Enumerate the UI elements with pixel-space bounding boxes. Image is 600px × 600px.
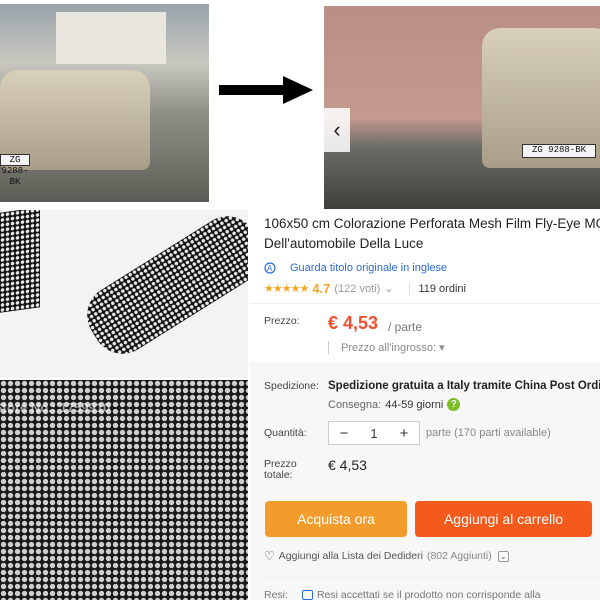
gallery-prev-button[interactable]: ‹ (324, 108, 350, 152)
rating-value: 4.7 (312, 281, 331, 296)
shipping-label: Spedizione: (264, 380, 319, 392)
house (56, 12, 166, 64)
license-plate: ZG 9288-BK (522, 144, 596, 158)
chevron-left-icon: ‹ (333, 117, 341, 142)
before-photo: ZG 9288-BK (0, 4, 209, 202)
heart-icon: ♡ (264, 549, 275, 563)
rating-row: ★★★★★ 4.7 (122 voti) ⌄ 119 ordini (264, 281, 466, 296)
divider (250, 303, 600, 304)
quantity-label: Quantità: (264, 427, 307, 439)
price-value: € 4,53 (328, 313, 379, 333)
available-quantity: parte (170 parti available) (426, 427, 551, 439)
buy-now-button[interactable]: Acquista ora (265, 501, 407, 537)
total-price: € 4,53 (328, 457, 367, 473)
caret-down-icon: ▾ (439, 342, 445, 354)
chevron-down-icon[interactable]: ⌄ (497, 550, 509, 562)
product-image-rolls[interactable] (0, 210, 248, 378)
votes-count[interactable]: (122 voti) (334, 283, 380, 295)
help-icon[interactable]: ? (447, 398, 461, 411)
license-plate: ZG 9288-BK (0, 154, 30, 187)
quantity-stepper[interactable]: − 1 + (328, 421, 420, 445)
wishlist-link[interactable]: ♡ Aggiungi alla Lista dei Dedideri (802 … (264, 549, 509, 563)
delivery-info: Consegna: 44-59 giorni ? (328, 398, 461, 411)
product-title: 106x50 cm Colorazione Perforata Mesh Fil… (264, 216, 600, 251)
shipping-method[interactable]: Spedizione gratuita a Italy tramite Chin… (328, 380, 600, 392)
arrow-right-icon (219, 76, 313, 104)
after-photo[interactable]: ZG 9288-BK (324, 6, 600, 209)
translate-link[interactable]: A Guarda titolo originale in inglese (264, 262, 447, 274)
increment-button[interactable]: + (389, 425, 419, 442)
price-label: Prezzo: (264, 315, 300, 327)
mesh-roll (75, 210, 248, 366)
shield-icon (301, 590, 313, 600)
divider (262, 577, 600, 578)
chevron-down-icon: ⌄ (384, 283, 394, 295)
quantity-value[interactable]: 1 (359, 426, 389, 441)
price-unit: / parte (388, 320, 423, 334)
bulk-price-toggle[interactable]: Prezzo all'ingrosso: ▾ (328, 341, 445, 354)
orders-count: 119 ordini (409, 282, 466, 295)
total-label: Prezzo totale: (264, 458, 297, 481)
store-watermark: Store No.: 1759910 (0, 400, 111, 415)
product-image-closeup[interactable]: Store No.: 1759910 (0, 380, 248, 600)
decrement-button[interactable]: − (329, 425, 359, 442)
stars-icon: ★★★★★ (264, 283, 309, 295)
mesh-roll (0, 210, 40, 313)
translate-icon: A (264, 262, 276, 274)
add-to-cart-button[interactable]: Aggiungi al carrello (415, 501, 592, 537)
svg-text:A: A (267, 264, 273, 273)
returns-row: Resi: Resi accettati se il prodotto non … (264, 589, 541, 600)
